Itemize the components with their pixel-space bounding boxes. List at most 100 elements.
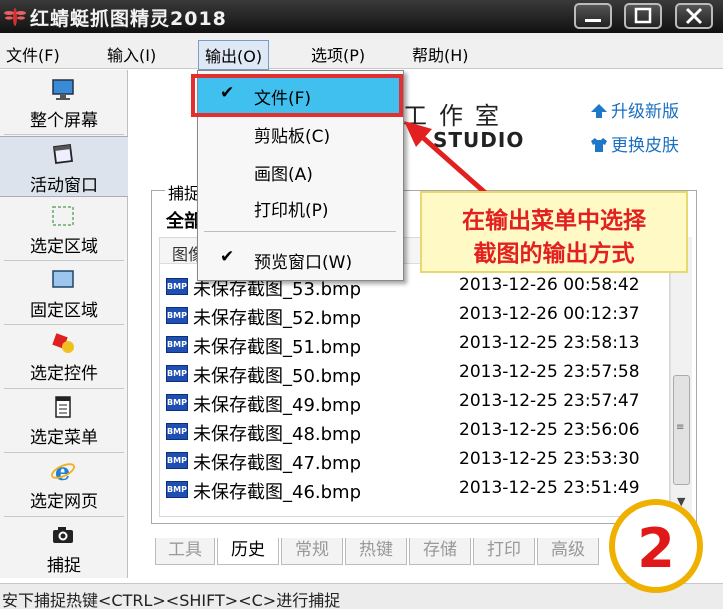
upgrade-link[interactable]: 升级新版 bbox=[590, 97, 679, 122]
camera-icon bbox=[53, 527, 73, 543]
file-name: 未保存截图_52.bmp bbox=[193, 308, 362, 329]
maximize-button[interactable] bbox=[624, 3, 662, 29]
file-date: 2013-12-25 23:56:06 bbox=[459, 420, 640, 440]
tool-label: 选定控件 bbox=[30, 364, 98, 384]
tab-tools[interactable]: 工具 bbox=[155, 538, 215, 565]
shirt-icon bbox=[591, 138, 607, 152]
dragonfly-icon bbox=[4, 8, 26, 26]
output-menu-paint[interactable]: 画图(A) bbox=[198, 153, 403, 189]
status-text: 安下捕捉热键<CTRL><SHIFT><C>进行捕捉 bbox=[2, 591, 341, 609]
history-row[interactable]: BMP 未保存截图_49.bmp 2013-12-25 23:57:47 bbox=[160, 388, 669, 417]
tool-select-control[interactable]: 选定控件 bbox=[0, 325, 128, 386]
history-row[interactable]: BMP 未保存截图_50.bmp 2013-12-25 23:57:58 bbox=[160, 359, 669, 388]
tool-select-webpage[interactable]: e 选定网页 bbox=[0, 453, 128, 514]
menu-input[interactable]: 输入(I) bbox=[101, 40, 162, 68]
tool-full-screen[interactable]: 整个屏幕 bbox=[0, 72, 128, 133]
history-row[interactable]: BMP 未保存截图_51.bmp 2013-12-25 23:58:13 bbox=[160, 330, 669, 359]
file-name: 未保存截图_51.bmp bbox=[193, 337, 362, 358]
tab-storage[interactable]: 存储 bbox=[409, 538, 471, 565]
ie-icon: e bbox=[51, 459, 75, 483]
menu-output[interactable]: 输出(O) bbox=[198, 40, 270, 70]
tool-label: 选定网页 bbox=[30, 492, 98, 512]
menu-file[interactable]: 文件(F) bbox=[0, 40, 66, 68]
bmp-file-icon: BMP bbox=[166, 307, 188, 324]
tool-label: 选定菜单 bbox=[30, 428, 98, 448]
file-date: 2013-12-26 00:58:42 bbox=[459, 275, 640, 295]
history-row[interactable]: BMP 未保存截图_48.bmp 2013-12-25 23:56:06 bbox=[160, 417, 669, 446]
bmp-file-icon: BMP bbox=[166, 394, 188, 411]
highlight-frame bbox=[191, 74, 403, 117]
output-menu-preview-window[interactable]: ✔ 预览窗口(W) bbox=[198, 241, 403, 277]
tool-capture[interactable]: 捕捉 bbox=[0, 517, 128, 578]
close-button[interactable] bbox=[675, 3, 713, 29]
menu-separator bbox=[204, 231, 396, 232]
file-name: 未保存截图_48.bmp bbox=[193, 424, 362, 445]
menu-item-label: 打印机(P) bbox=[254, 201, 329, 221]
bmp-file-icon: BMP bbox=[166, 365, 188, 382]
file-name: 未保存截图_49.bmp bbox=[193, 395, 362, 416]
close-icon bbox=[685, 7, 703, 25]
fixed-region-icon bbox=[52, 270, 74, 288]
file-date: 2013-12-25 23:57:58 bbox=[459, 362, 640, 382]
control-icon bbox=[52, 333, 74, 353]
minimize-icon bbox=[585, 19, 601, 22]
file-date: 2013-12-26 00:12:37 bbox=[459, 304, 640, 324]
tab-history[interactable]: 历史 bbox=[217, 538, 279, 565]
output-menu-clipboard[interactable]: 剪贴板(C) bbox=[198, 115, 403, 151]
file-name: 未保存截图_47.bmp bbox=[193, 453, 362, 474]
tool-label: 选定区域 bbox=[30, 237, 98, 257]
title-bar: 红蜻蜓抓图精灵2018 bbox=[0, 0, 723, 33]
file-name: 未保存截图_46.bmp bbox=[193, 482, 362, 503]
menu-help[interactable]: 帮助(H) bbox=[406, 40, 475, 68]
tool-label: 活动窗口 bbox=[30, 176, 98, 196]
bmp-file-icon: BMP bbox=[166, 452, 188, 469]
tool-label: 捕捉 bbox=[47, 556, 81, 576]
menu-icon bbox=[55, 396, 71, 418]
step-number: 2 bbox=[637, 517, 675, 580]
minimize-button[interactable] bbox=[574, 3, 612, 29]
menu-options[interactable]: 选项(P) bbox=[305, 40, 371, 68]
tab-hotkeys[interactable]: 热键 bbox=[345, 538, 407, 565]
annotation-line-2: 截图的输出方式 bbox=[473, 241, 635, 267]
window-icon bbox=[52, 143, 74, 165]
check-icon: ✔ bbox=[220, 247, 235, 267]
tab-print[interactable]: 打印 bbox=[473, 538, 535, 565]
annotation-line-1: 在输出菜单中选择 bbox=[462, 208, 646, 234]
history-row[interactable]: BMP 未保存截图_46.bmp 2013-12-25 23:51:49 bbox=[160, 475, 669, 504]
tool-active-window[interactable]: 活动窗口 bbox=[0, 136, 128, 197]
window-title: 红蜻蜓抓图精灵2018 bbox=[30, 8, 227, 30]
file-date: 2013-12-25 23:53:30 bbox=[459, 449, 640, 469]
file-date: 2013-12-25 23:51:49 bbox=[459, 478, 640, 498]
history-row[interactable]: BMP 未保存截图_52.bmp 2013-12-26 00:12:37 bbox=[160, 301, 669, 330]
menu-bar: 文件(F) 输入(I) 输出(O) 选项(P) 帮助(H) bbox=[0, 33, 723, 70]
maximize-icon bbox=[634, 7, 652, 24]
dashed-region-icon bbox=[52, 206, 74, 226]
file-name: 未保存截图_50.bmp bbox=[193, 366, 362, 387]
tool-label: 整个屏幕 bbox=[30, 111, 98, 131]
status-bar: 安下捕捉热键<CTRL><SHIFT><C>进行捕捉 bbox=[0, 583, 723, 609]
tool-fixed-region[interactable]: 固定区域 bbox=[0, 262, 128, 323]
monitor-icon bbox=[52, 79, 74, 100]
tab-advanced[interactable]: 高级 bbox=[537, 538, 599, 565]
history-row[interactable]: BMP 未保存截图_47.bmp 2013-12-25 23:53:30 bbox=[160, 446, 669, 475]
tool-label: 固定区域 bbox=[30, 301, 98, 321]
annotation-callout: 在输出菜单中选择 截图的输出方式 bbox=[420, 191, 688, 273]
upgrade-label: 升级新版 bbox=[611, 102, 679, 122]
tool-select-menu[interactable]: 选定菜单 bbox=[0, 389, 128, 450]
menu-item-label: 剪贴板(C) bbox=[254, 127, 331, 147]
history-scrollbar[interactable]: ▲ ≡ ▼ bbox=[670, 237, 692, 517]
tool-select-region[interactable]: 选定区域 bbox=[0, 198, 128, 259]
tab-general[interactable]: 常规 bbox=[281, 538, 343, 565]
menu-item-label: 预览窗口(W) bbox=[254, 253, 353, 273]
bmp-file-icon: BMP bbox=[166, 336, 188, 353]
file-date: 2013-12-25 23:58:13 bbox=[459, 333, 640, 353]
scroll-grip-icon: ≡ bbox=[676, 422, 685, 433]
svg-text:e: e bbox=[55, 459, 70, 483]
capture-toolbar: 整个屏幕 活动窗口 选定区域 固定区域 选定控件 选定菜单 e 选定网页 捕捉 bbox=[0, 70, 128, 578]
menu-item-label: 画图(A) bbox=[254, 165, 313, 185]
output-menu-printer[interactable]: 打印机(P) bbox=[198, 189, 403, 225]
file-date: 2013-12-25 23:57:47 bbox=[459, 391, 640, 411]
change-skin-link[interactable]: 更换皮肤 bbox=[590, 131, 679, 156]
arrow-up-icon bbox=[591, 104, 607, 118]
skin-label: 更换皮肤 bbox=[611, 136, 679, 156]
